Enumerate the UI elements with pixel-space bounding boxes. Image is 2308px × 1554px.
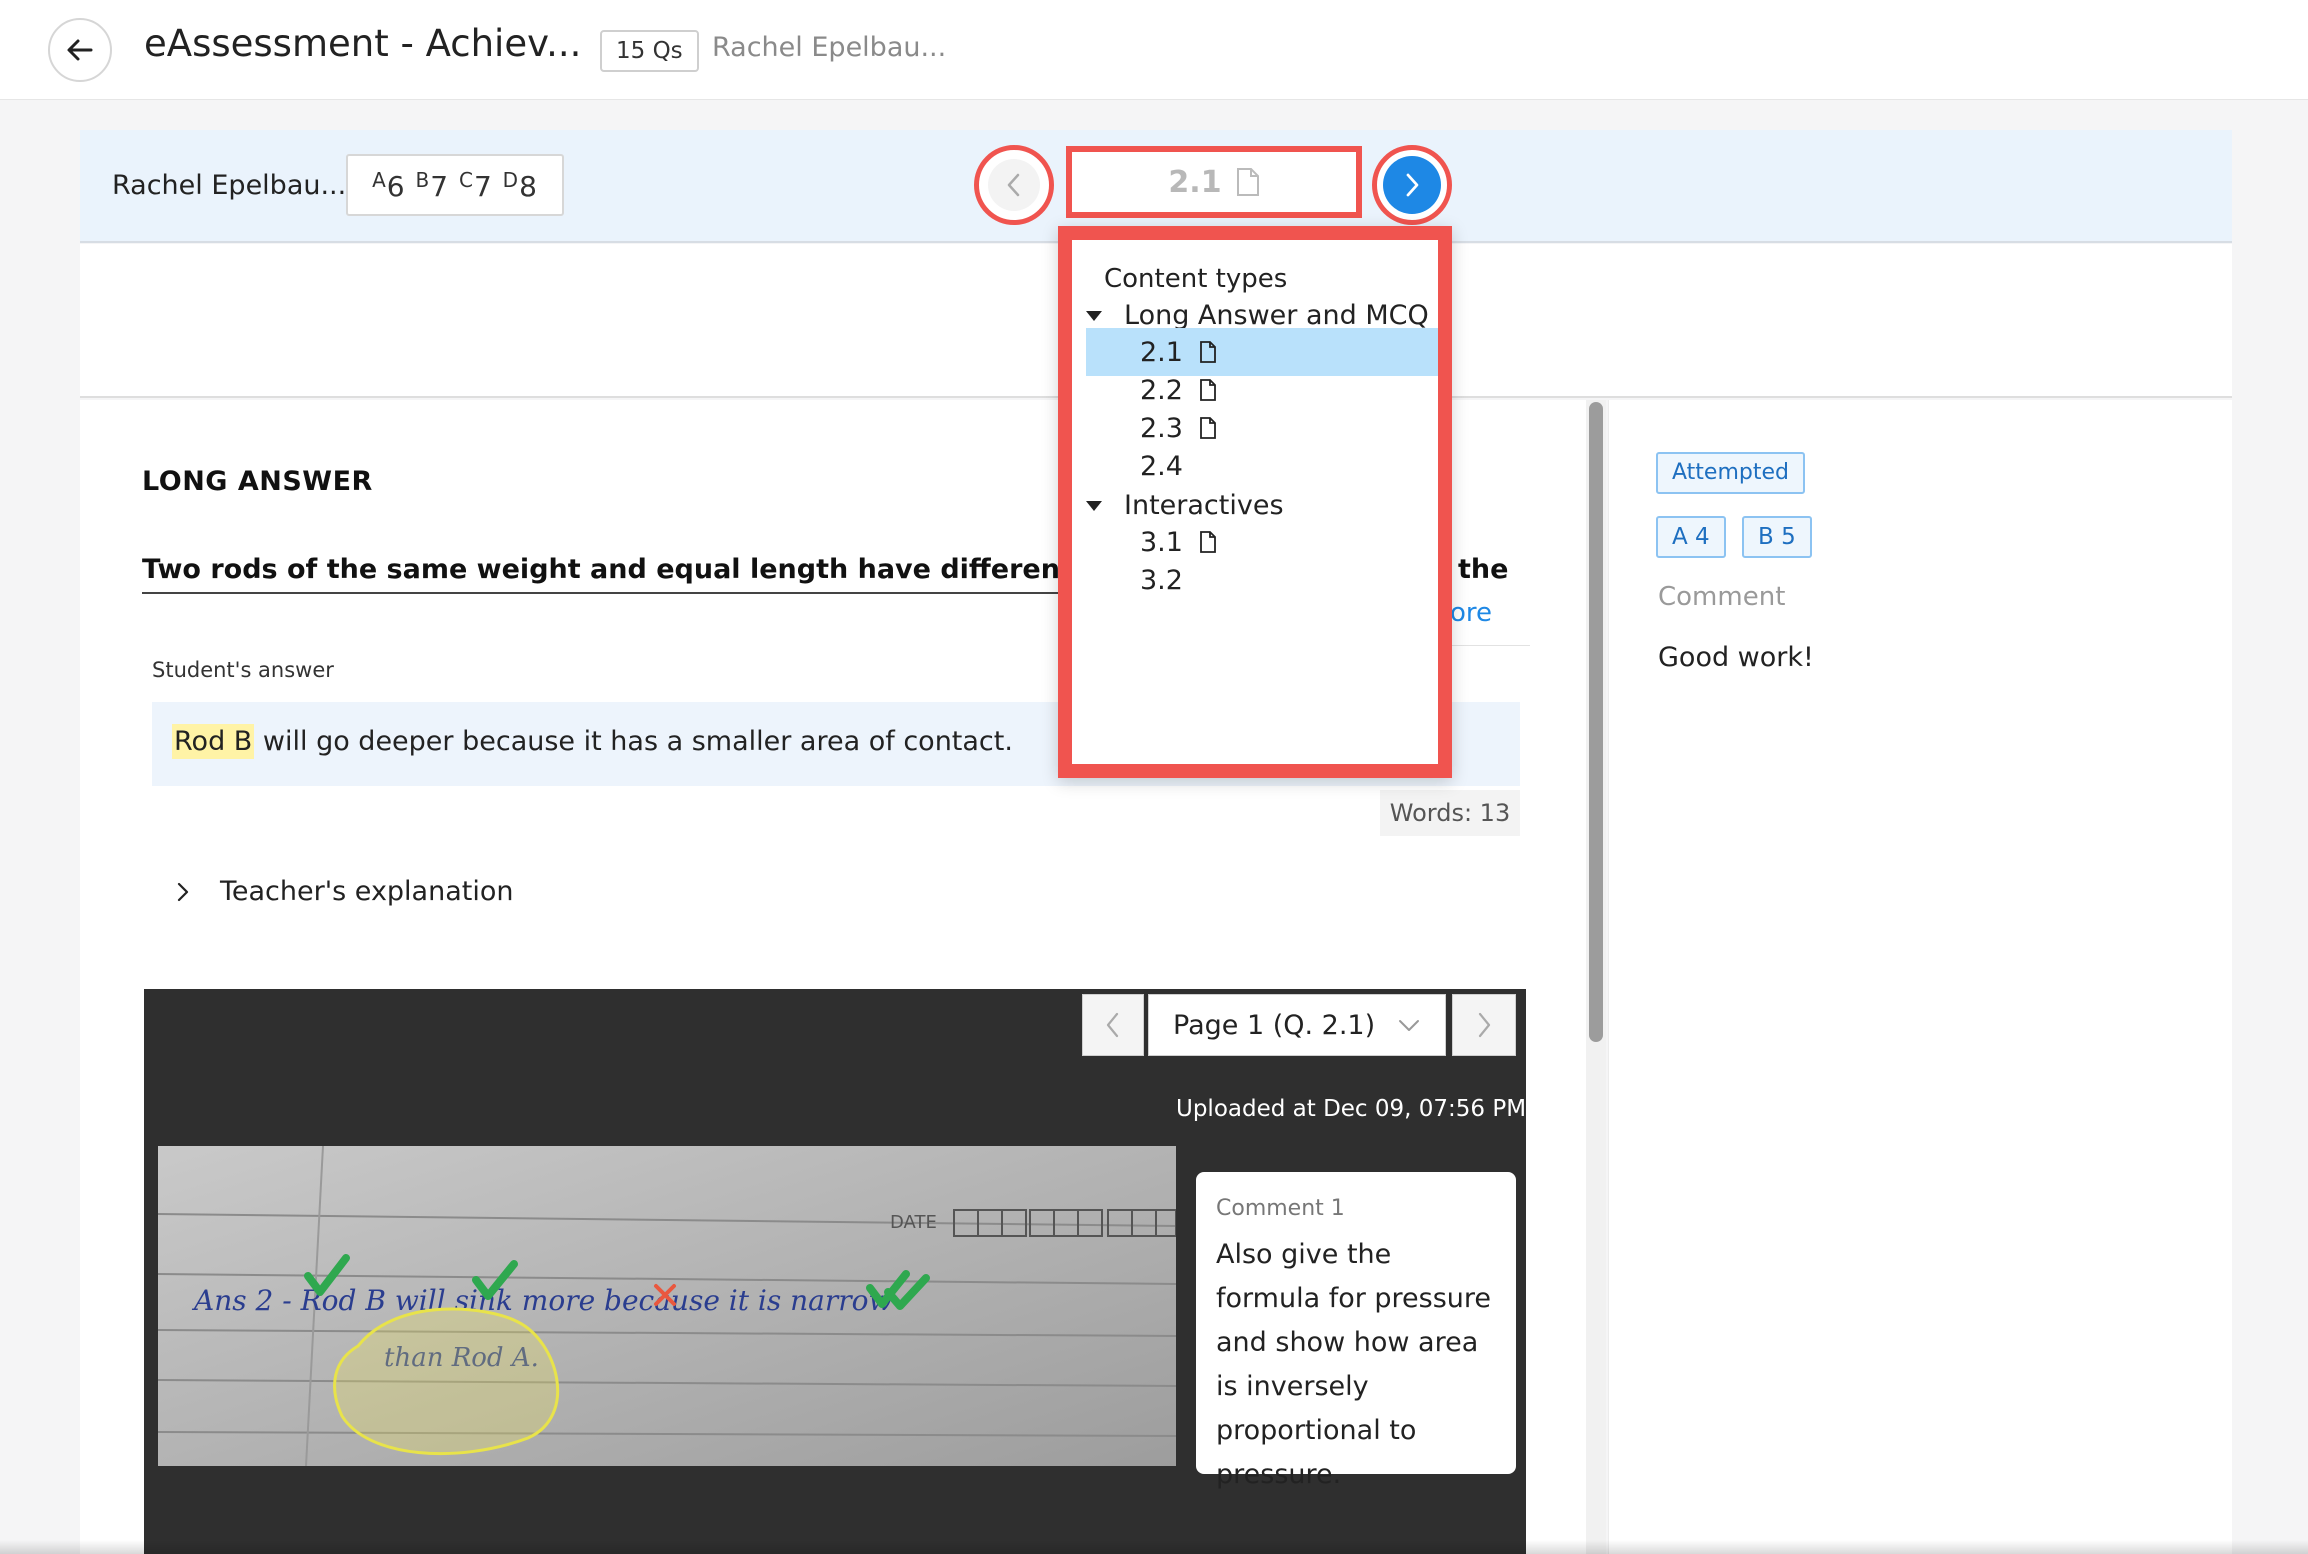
document-icon bbox=[1200, 417, 1216, 439]
dropdown-group-long-answer[interactable]: Long Answer and MCQ bbox=[1086, 300, 1429, 331]
chevron-left-icon bbox=[1007, 173, 1020, 197]
document-icon bbox=[1236, 168, 1259, 196]
question-underline bbox=[142, 592, 1082, 594]
answer-rest: will go deeper because it has a smaller … bbox=[254, 726, 1013, 757]
divider bbox=[1440, 645, 1530, 646]
handwriting-line-1: Ans 2 - Rod B will sink more because it … bbox=[191, 1284, 892, 1317]
dropdown-heading: Content types bbox=[1104, 264, 1288, 294]
chevron-down-icon bbox=[1399, 1020, 1419, 1031]
grade-a: A6 bbox=[372, 167, 406, 203]
handwritten-answer-photo[interactable]: DATE Ans 2 - Rod B will sink more becaus… bbox=[158, 1146, 1176, 1466]
chevron-right-icon bbox=[1478, 1012, 1491, 1038]
status-badge: Attempted bbox=[1656, 452, 1805, 494]
document-icon bbox=[1200, 379, 1216, 401]
comment-label: Comment bbox=[1658, 582, 1786, 612]
current-question-label: 2.1 bbox=[1168, 164, 1222, 200]
arrow-left-icon bbox=[67, 39, 93, 61]
score-badge-b[interactable]: B 5 bbox=[1742, 516, 1812, 558]
dropdown-group-interactives[interactable]: Interactives bbox=[1086, 490, 1284, 521]
bottom-shadow bbox=[0, 1540, 2308, 1554]
previous-page-button[interactable] bbox=[1082, 994, 1144, 1056]
annotation-comment-title: Comment 1 bbox=[1216, 1196, 1345, 1221]
chevron-right-icon bbox=[1406, 173, 1419, 197]
chevron-left-icon bbox=[1106, 1012, 1119, 1038]
next-page-button[interactable] bbox=[1452, 994, 1516, 1056]
caret-down-icon bbox=[1086, 500, 1102, 511]
header-student-name: Rachel Epelbau... bbox=[712, 32, 947, 63]
criteria-grades: A6 B7 C7 D8 bbox=[346, 154, 564, 216]
page-title: eAssessment - Achiev... bbox=[144, 22, 582, 65]
grade-d: D8 bbox=[502, 167, 538, 203]
back-button[interactable] bbox=[48, 18, 112, 82]
page-select[interactable]: Page 1 (Q. 2.1) bbox=[1148, 994, 1446, 1056]
grading-panel bbox=[1608, 400, 2232, 1554]
question-selector[interactable]: 2.1 bbox=[1066, 146, 1362, 218]
question-text-continued: the bbox=[1458, 554, 1509, 585]
word-count: Words: 13 bbox=[1380, 790, 1520, 836]
next-question-button[interactable] bbox=[1372, 145, 1452, 225]
comment-value: Good work! bbox=[1658, 642, 1814, 673]
annotation-comment-body: Also give the formula for pressure and s… bbox=[1216, 1239, 1492, 1490]
score-badge-a[interactable]: A 4 bbox=[1656, 516, 1726, 558]
chevron-right-icon bbox=[177, 882, 189, 901]
page-select-value: Page 1 (Q. 2.1) bbox=[1173, 1009, 1376, 1041]
upload-timestamp: Uploaded at Dec 09, 07:56 PM bbox=[1176, 1096, 1527, 1122]
teacher-explanation-label: Teacher's explanation bbox=[220, 876, 514, 907]
photo-date-label: DATE bbox=[890, 1212, 937, 1233]
read-more-link[interactable]: ore bbox=[1450, 598, 1492, 628]
question-dropdown: Content types Long Answer and MCQ 2.1 2.… bbox=[1058, 226, 1452, 778]
teacher-explanation-toggle[interactable]: Teacher's explanation bbox=[174, 876, 513, 907]
answer-highlight[interactable]: Rod B bbox=[172, 724, 255, 759]
top-app-bar: eAssessment - Achiev... 15 Qs Rachel Epe… bbox=[0, 0, 2308, 100]
document-icon bbox=[1200, 341, 1216, 363]
dropdown-item-2-4[interactable]: 2.4 bbox=[1086, 442, 1438, 490]
grade-b: B7 bbox=[415, 167, 450, 203]
dropdown-item-3-2[interactable]: 3.2 bbox=[1086, 556, 1438, 604]
student-name: Rachel Epelbau... bbox=[112, 170, 347, 201]
document-icon bbox=[1200, 531, 1216, 553]
previous-question-button[interactable] bbox=[974, 145, 1054, 225]
grade-c: C7 bbox=[458, 167, 493, 203]
caret-down-icon bbox=[1086, 310, 1102, 321]
scrollbar-thumb[interactable] bbox=[1589, 402, 1603, 1042]
question-type-heading: LONG ANSWER bbox=[142, 466, 373, 497]
student-answer-text: Rod B will go deeper because it has a sm… bbox=[172, 724, 1013, 759]
question-count-badge: 15 Qs bbox=[600, 30, 699, 72]
annotation-comment-card: Comment 1 Also give the formula for pres… bbox=[1196, 1172, 1516, 1490]
answer-label: Student's answer bbox=[152, 658, 334, 682]
